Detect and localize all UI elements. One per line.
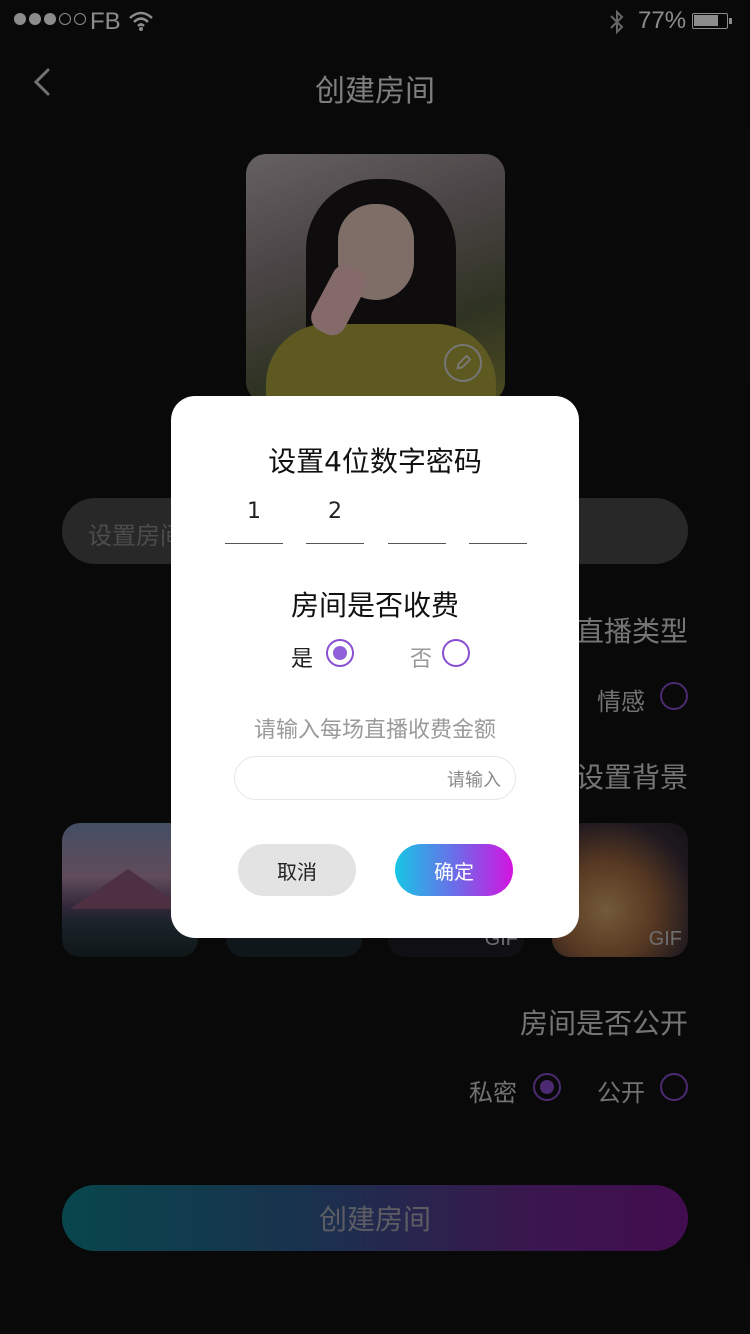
- confirm-button-label: 确定: [434, 859, 474, 884]
- create-room-screen: FB 77% 创建房间 设置房间 直播类型 情感 设置背景 GIF GIF 房间…: [0, 0, 750, 1334]
- password-digit-input[interactable]: [388, 498, 446, 544]
- confirm-button[interactable]: 确定: [395, 844, 513, 896]
- password-title: 设置4位数字密码: [268, 445, 482, 478]
- fee-amount-placeholder: 请输入: [447, 770, 501, 791]
- fee-title: 房间是否收费: [290, 589, 459, 622]
- password-digit-input[interactable]: 1: [225, 498, 283, 544]
- fee-amount-input[interactable]: 请输入: [234, 756, 516, 800]
- cancel-button-label: 取消: [277, 859, 317, 884]
- fee-no-label: 否: [410, 647, 433, 672]
- password-digit-input[interactable]: [469, 498, 527, 544]
- fee-no-radio[interactable]: [442, 639, 470, 667]
- fee-hint: 请输入每场直播收费金额: [253, 718, 496, 743]
- password-fee-dialog: 设置4位数字密码 1 2 房间是否收费 是 否 请输入每场直播收费金额 请输入 …: [171, 396, 579, 938]
- fee-yes-label: 是: [291, 647, 314, 672]
- password-digit-input[interactable]: 2: [306, 498, 364, 544]
- cancel-button[interactable]: 取消: [238, 844, 356, 896]
- fee-yes-radio[interactable]: [326, 639, 354, 667]
